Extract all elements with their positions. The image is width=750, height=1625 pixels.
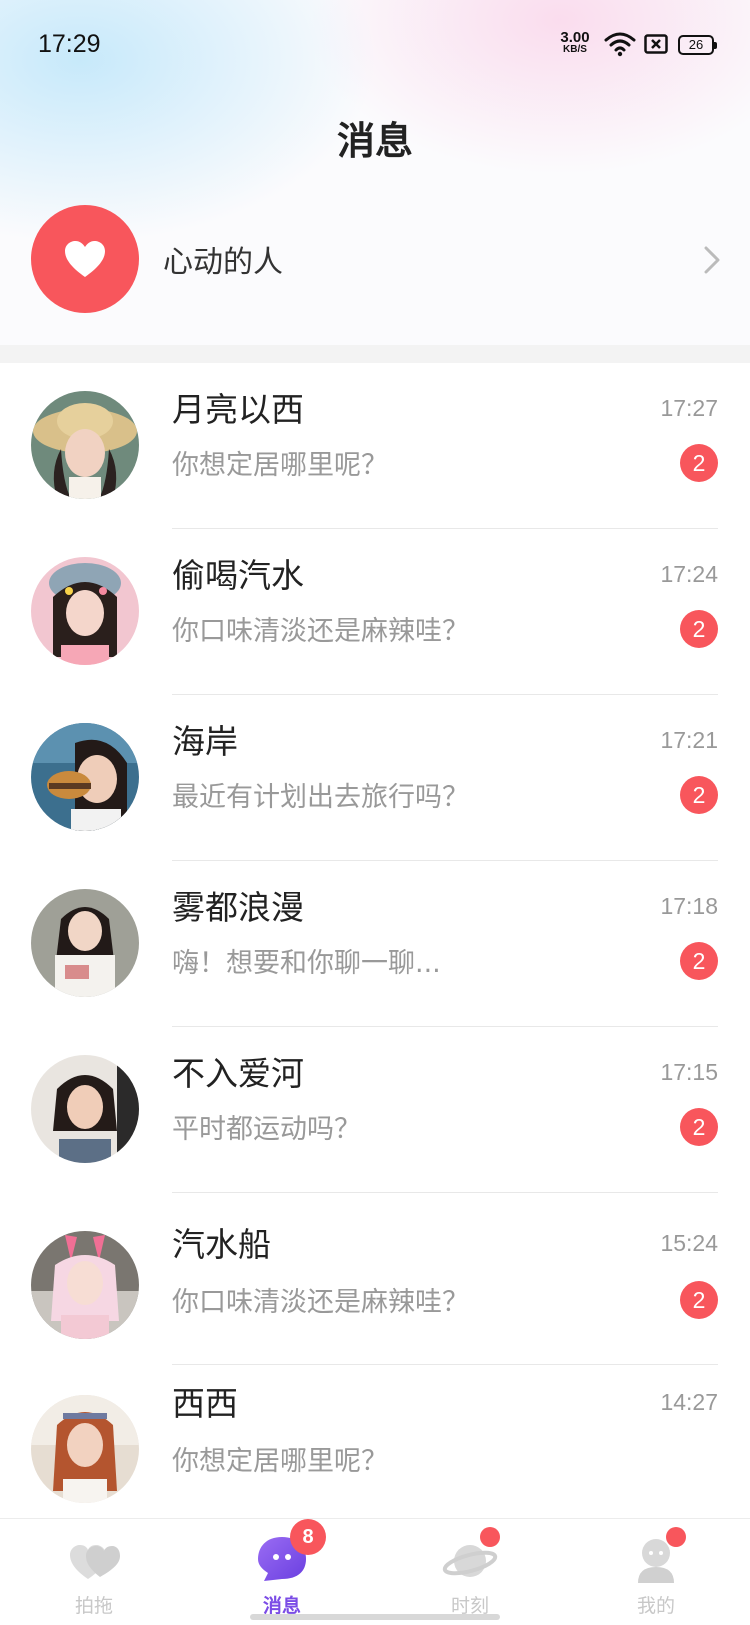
chat-time: 17:27 (660, 395, 718, 421)
chat-row[interactable]: 不入爱河 17:15 平时都运动吗？ 2 (0, 1027, 750, 1193)
chat-row[interactable]: 西西 14:27 你想定居哪里呢？ (0, 1365, 750, 1515)
chat-time: 17:18 (660, 893, 718, 919)
chat-name: 西西 (172, 1384, 238, 1423)
chat-name: 月亮以西 (172, 390, 304, 429)
avatar (31, 557, 139, 665)
messages-count-badge: 8 (290, 1519, 326, 1555)
chat-preview: 平时都运动吗？ (172, 1114, 361, 1145)
chevron-right-icon (704, 246, 720, 274)
chat-name: 不入爱河 (172, 1054, 304, 1093)
chat-preview: 最近有计划出去旅行吗？ (172, 782, 469, 813)
chat-time: 17:15 (660, 1059, 718, 1085)
page-title: 消息 (336, 119, 413, 163)
chat-preview: 你口味清淡还是麻辣哇？ (172, 616, 469, 647)
unread-badge: 2 (680, 444, 718, 482)
chat-name: 海岸 (172, 722, 238, 761)
heart-icon (65, 241, 105, 277)
chat-row[interactable]: 月亮以西 17:27 你想定居哪里呢？ 2 (0, 363, 750, 529)
tab-label: 拍拖 (74, 1595, 113, 1617)
status-bar: 17:29 3.00 KB/S 26 (0, 0, 750, 90)
network-speed-unit: KB/S (563, 44, 587, 55)
favorites-row[interactable]: 心动的人 (0, 200, 750, 320)
unread-badge: 2 (680, 610, 718, 648)
chat-name: 汽水船 (172, 1225, 271, 1264)
chat-time: 17:24 (660, 561, 718, 587)
me-notification-dot (666, 1527, 686, 1547)
heart-tab-icon (70, 1545, 120, 1579)
moments-notification-dot (480, 1527, 500, 1547)
tab-moments[interactable]: 时刻 (376, 1519, 564, 1625)
chat-row[interactable]: 海岸 17:21 最近有计划出去旅行吗？ 2 (0, 695, 750, 861)
battery-icon: 26 (678, 35, 717, 55)
chat-name: 偷喝汽水 (172, 556, 304, 595)
chat-preview: 你想定居哪里呢？ (172, 1446, 388, 1477)
chat-time: 17:21 (660, 727, 718, 753)
tab-label: 我的 (636, 1595, 675, 1617)
unread-badge: 2 (680, 776, 718, 814)
avatar (31, 1055, 139, 1163)
status-time: 17:29 (38, 30, 101, 58)
chat-row[interactable]: 汽水船 15:24 你口味清淡还是麻辣哇？ 2 (0, 1193, 750, 1365)
home-indicator[interactable] (250, 1614, 500, 1620)
section-divider (0, 345, 750, 363)
tab-dating[interactable]: 拍拖 (0, 1519, 188, 1625)
heart-avatar (31, 205, 139, 313)
chat-preview: 嗨！想要和你聊一聊... (172, 948, 441, 979)
avatar (31, 723, 139, 831)
favorites-label: 心动的人 (163, 245, 283, 280)
unread-badge: 2 (680, 1108, 718, 1146)
chat-preview: 你想定居哪里呢？ (172, 450, 388, 481)
tab-me[interactable]: 我的 (562, 1519, 750, 1625)
chat-time: 15:24 (660, 1230, 718, 1256)
network-speed-value: 3.00 (560, 29, 590, 46)
wifi-icon (604, 32, 636, 57)
bottom-nav: 拍拖 8 消息 时刻 我的 (0, 1518, 750, 1625)
chat-preview: 你口味清淡还是麻辣哇？ (172, 1287, 469, 1318)
chat-row[interactable]: 偷喝汽水 17:24 你口味清淡还是麻辣哇？ 2 (0, 529, 750, 695)
avatar (31, 1395, 139, 1503)
chat-time: 14:27 (660, 1389, 718, 1415)
avatar (31, 391, 139, 499)
no-sim-icon (644, 34, 668, 54)
chat-row[interactable]: 雾都浪漫 17:18 嗨！想要和你聊一聊... 2 (0, 861, 750, 1027)
chat-name: 雾都浪漫 (172, 888, 304, 927)
unread-badge: 2 (680, 942, 718, 980)
avatar (31, 1231, 139, 1339)
network-speed: 3.00 KB/S (556, 30, 594, 55)
tab-messages[interactable]: 8 消息 (188, 1519, 376, 1625)
unread-badge: 2 (680, 1281, 718, 1319)
avatar (31, 889, 139, 997)
